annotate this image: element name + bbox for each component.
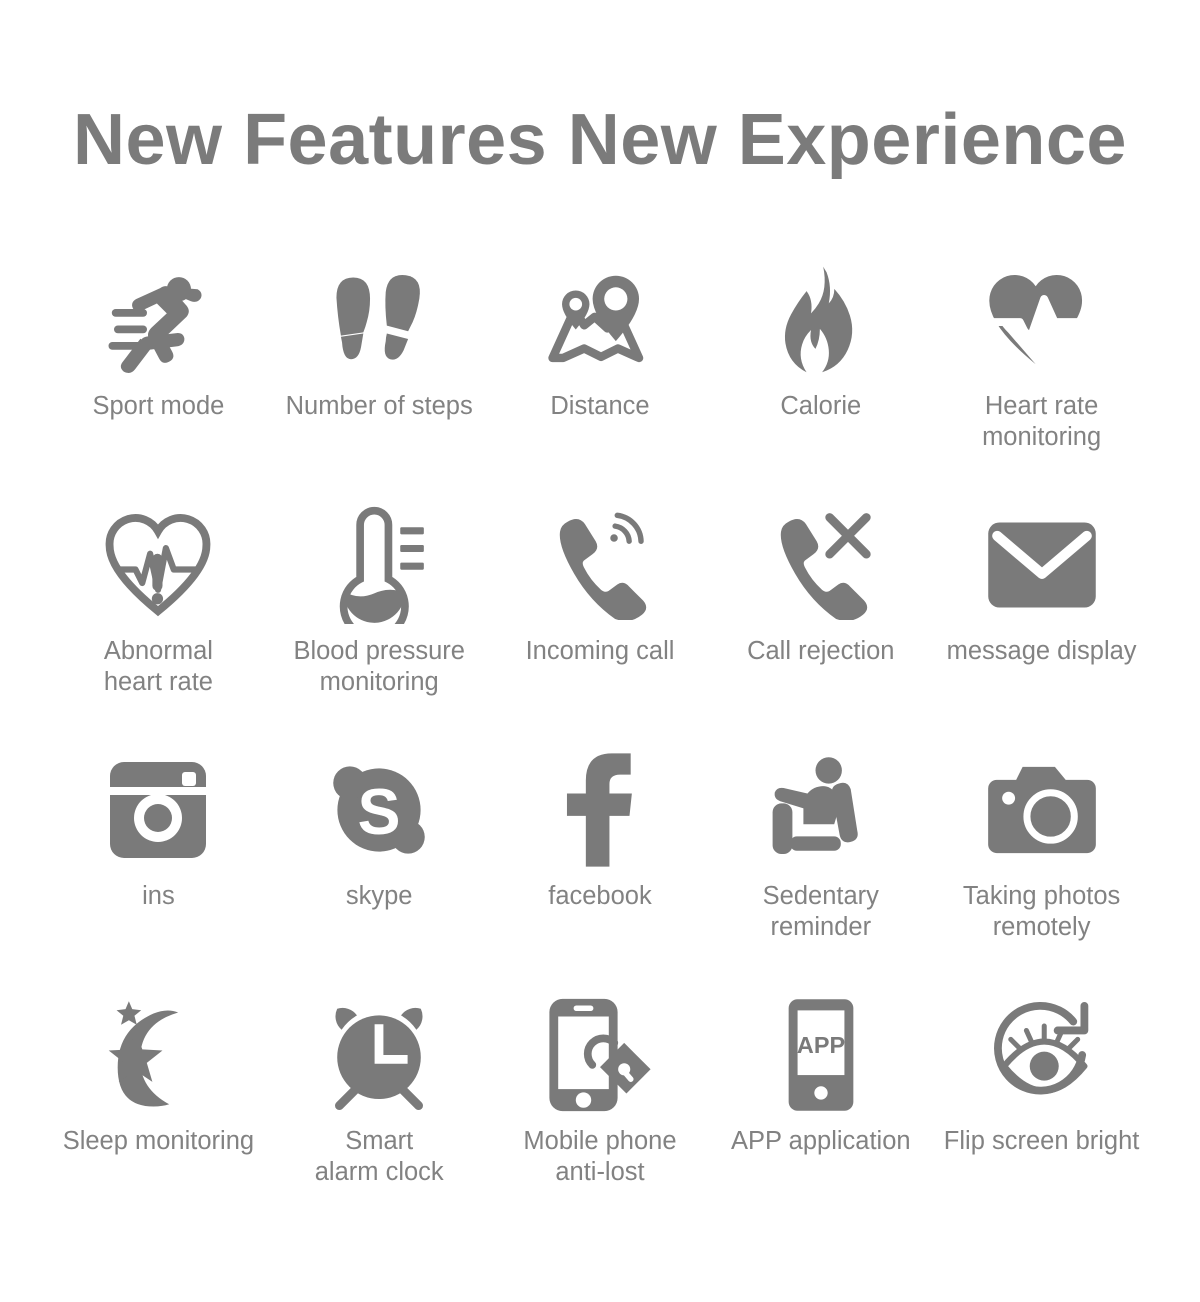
feature-item-distance[interactable]: Distance [490,255,711,500]
feature-label: Flip screen bright [943,1127,1140,1155]
feature-item-skype[interactable]: S skype [269,745,490,990]
envelope-icon [986,500,1098,630]
flame-icon [771,255,871,385]
app-badge-text: APP [797,1032,845,1058]
feature-item-heart-rate-monitoring[interactable]: Heart rate monitoring [931,255,1152,500]
instagram-icon [108,745,208,875]
feature-label: Number of steps [285,392,473,420]
feature-item-ins[interactable]: ins [48,745,269,990]
feature-label: Smart alarm clock [314,1127,444,1187]
feature-label: APP application [731,1127,911,1155]
phone-app-icon: APP [785,990,857,1120]
svg-text:S: S [358,776,401,848]
seated-person-icon [766,745,876,875]
skype-icon: S [327,745,431,875]
feature-label: Abnormal heart rate [103,637,213,697]
feature-label: Taking photos remotely [962,882,1121,942]
heart-pulse-filled-icon [983,255,1101,385]
thermometer-icon [327,500,431,630]
feature-item-blood-pressure-monitoring[interactable]: Blood pressure monitoring [269,500,490,745]
feature-item-sleep-monitoring[interactable]: Sleep monitoring [48,990,269,1235]
feature-item-number-of-steps[interactable]: Number of steps [269,255,490,500]
page-title: New Features New Experience [73,100,1127,180]
feature-label: Call rejection [747,637,895,665]
camera-icon [986,745,1098,875]
feature-label: Sport mode [92,392,225,420]
feature-item-mobile-phone-anti-lost[interactable]: Mobile phone anti-lost [490,990,711,1235]
feature-label: Blood pressure monitoring [293,637,465,697]
footprints-icon [323,255,435,385]
eye-rotate-icon [984,990,1100,1120]
feature-label: Sleep monitoring [62,1127,255,1155]
feature-label: Sedentary reminder [762,882,879,942]
feature-item-flip-screen-bright[interactable]: Flip screen bright [931,990,1152,1235]
feature-item-call-rejection[interactable]: Call rejection [710,500,931,745]
feature-item-abnormal-heart-rate[interactable]: Abnormal heart rate [48,500,269,745]
feature-item-calorie[interactable]: Calorie [710,255,931,500]
feature-item-sport-mode[interactable]: Sport mode [48,255,269,500]
running-figure-icon [103,255,213,385]
feature-label: message display [946,637,1137,665]
feature-grid: Sport mode Number of steps Distance Calo… [48,255,1152,1235]
phone-lock-icon [545,990,655,1120]
feature-label: Calorie [780,392,862,420]
feature-label: Heart rate monitoring [982,392,1102,452]
feature-item-incoming-call[interactable]: Incoming call [490,500,711,745]
feature-item-smart-alarm-clock[interactable]: Smart alarm clock [269,990,490,1235]
feature-label: Mobile phone anti-lost [523,1127,677,1187]
feature-label: Incoming call [525,637,675,665]
moon-stars-icon [101,990,215,1120]
feature-label: skype [345,882,413,910]
feature-label: ins [142,882,175,910]
alarm-clock-icon [323,990,435,1120]
feature-label: Distance [550,392,650,420]
feature-item-taking-photos-remotely[interactable]: Taking photos remotely [931,745,1152,990]
heart-pulse-outline-alert-icon [101,500,215,630]
feature-item-sedentary-reminder[interactable]: Sedentary reminder [710,745,931,990]
facebook-icon [563,745,637,875]
phone-incoming-icon [546,500,654,630]
feature-item-facebook[interactable]: facebook [490,745,711,990]
phone-reject-icon [767,500,875,630]
feature-item-message-display[interactable]: message display [931,500,1152,745]
feature-poster: New Features New Experience Sport mode N… [0,0,1200,1302]
feature-label: facebook [548,882,652,910]
feature-item-app-application[interactable]: APP APP application [710,990,931,1235]
map-pins-icon [542,255,658,385]
